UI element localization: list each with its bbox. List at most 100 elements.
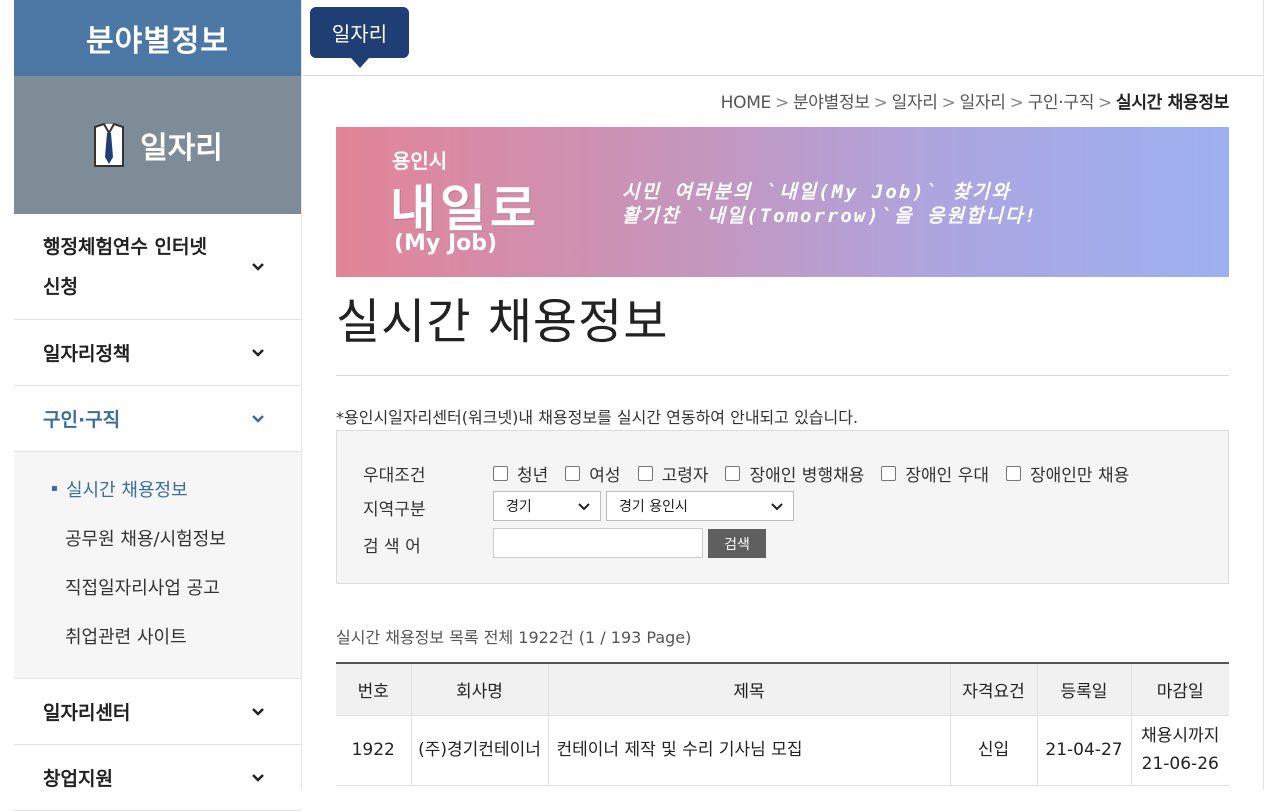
search-box: 우대조건 청년 여성 고령자 장애인 병행채용 장애인 우대 장애인만 채용 지… (336, 430, 1229, 584)
sidebar-category: 일자리 (14, 76, 301, 214)
banner: 용인시 내일로 (My Job) 시민 여러분의 `내일(My Job)` 찾기… (336, 127, 1229, 277)
checkbox-icon[interactable] (881, 466, 897, 481)
divider (1263, 0, 1264, 790)
submenu-label: 직접일자리사업 공고 (65, 577, 220, 599)
menu-recruit[interactable]: 구인·구직 (14, 386, 301, 452)
divider (336, 375, 1229, 376)
col-number: 번호 (336, 663, 412, 716)
shirt-tie-icon (94, 123, 125, 167)
col-title: 제목 (548, 663, 951, 716)
breadcrumb-current: 실시간 채용정보 (1116, 93, 1229, 113)
checkbox-icon[interactable] (1005, 466, 1021, 481)
keyword-label: 검 색 어 (363, 537, 421, 557)
breadcrumb-item[interactable]: 구인·구직 (1028, 93, 1095, 113)
cond-options: 청년 여성 고령자 장애인 병행채용 장애인 우대 장애인만 채용 (493, 461, 1129, 486)
table-header-row: 번호 회사명 제목 자격요건 등록일 마감일 (336, 663, 1229, 716)
select-value: 경기 (506, 499, 532, 515)
checkbox-label: 장애인 우대 (905, 466, 989, 486)
chevron-down-icon (578, 503, 590, 511)
submenu: ▪ 실시간 채용정보 공무원 채용/시험정보 직접일자리사업 공고 취업관련 사… (14, 452, 301, 679)
search-button[interactable]: 검색 (708, 529, 766, 558)
table-row[interactable]: 1922 (주)경기컨테이너 컨테이너 제작 및 수리 기사님 모집 신입 21… (336, 715, 1229, 786)
region-select-city[interactable]: 경기 용인시 (606, 491, 794, 521)
checkbox-label: 여성 (589, 466, 621, 486)
chevron-down-icon (252, 707, 264, 716)
deadline-text: 채용시까지 (1141, 726, 1220, 746)
tab-jobs[interactable]: 일자리 (310, 7, 409, 58)
checkbox-label: 장애인만 채용 (1029, 466, 1130, 486)
sidebar-category-label: 일자리 (140, 131, 223, 166)
banner-slogan-2: 활기찬 `내일(Tomorrow)`을 응원합니다! (622, 205, 1038, 227)
page-title: 실시간 채용정보 (336, 294, 669, 350)
menu-label: 일자리센터 (43, 702, 131, 724)
cell-title-link[interactable]: 컨테이너 제작 및 수리 기사님 모집 (548, 715, 951, 786)
sidebar: 분야별정보 일자리 행정체험연수 인터넷 신청 일자리정책 구인·구직 ▪ 실시… (14, 0, 302, 811)
submenu-label: 실시간 채용정보 (66, 479, 188, 501)
bullet-icon: ▪ (51, 483, 58, 494)
checkbox-icon[interactable] (637, 466, 653, 481)
breadcrumb-sep: > (775, 93, 789, 113)
chevron-down-icon (252, 262, 264, 271)
chevron-down-icon (252, 348, 264, 357)
deadline-date: 21-06-26 (1141, 754, 1219, 774)
chevron-down-icon (252, 773, 264, 782)
submenu-item-civil-service[interactable]: 공무원 채용/시험정보 (14, 513, 301, 562)
chevron-down-icon (771, 503, 783, 511)
menu-admin-training[interactable]: 행정체험연수 인터넷 신청 (14, 214, 301, 320)
menu-label: 구인·구직 (43, 409, 121, 431)
sidebar-header: 분야별정보 (14, 0, 301, 76)
submenu-item-job-sites[interactable]: 취업관련 사이트 (14, 611, 301, 660)
breadcrumb-sep: > (941, 93, 956, 113)
breadcrumb-item[interactable]: 일자리 (960, 93, 1006, 113)
menu-label: 창업지원 (43, 768, 113, 790)
checkbox-disabled-parallel[interactable]: 장애인 병행채용 (725, 461, 864, 486)
submenu-item-direct-jobs[interactable]: 직접일자리사업 공고 (14, 562, 301, 611)
submenu-item-realtime-jobs[interactable]: ▪ 실시간 채용정보 (14, 464, 301, 513)
tab-caret-icon (351, 58, 369, 68)
submenu-label: 취업관련 사이트 (65, 626, 187, 648)
select-value: 경기 용인시 (619, 499, 688, 515)
breadcrumb-item[interactable]: 분야별정보 (793, 93, 870, 113)
jobs-table: 번호 회사명 제목 자격요건 등록일 마감일 1922 (주)경기컨테이너 컨테… (336, 662, 1229, 786)
cell-registered: 21-04-27 (1037, 715, 1132, 786)
main-content: HOME > 분야별정보 > 일자리 > 일자리 > 구인·구직 > 실시간 채용정보 용인시 내일… (336, 76, 1229, 786)
checkbox-women[interactable]: 여성 (565, 461, 621, 486)
checkbox-senior[interactable]: 고령자 (637, 461, 709, 486)
chevron-down-icon (252, 414, 264, 423)
checkbox-disabled-preferred[interactable]: 장애인 우대 (881, 461, 989, 486)
col-company: 회사명 (411, 663, 549, 716)
menu-label: 일자리정책 (43, 343, 131, 365)
checkbox-disabled-only[interactable]: 장애인만 채용 (1005, 461, 1130, 486)
banner-subtitle: (My Job) (394, 231, 498, 256)
breadcrumb-sep: > (1098, 93, 1112, 113)
notice-text: *용인시일자리센터(워크넷)내 채용정보를 실시간 연동하여 안내되고 있습니다… (336, 408, 859, 427)
region-select-province[interactable]: 경기 (493, 491, 601, 521)
breadcrumb-sep: > (1009, 93, 1024, 113)
submenu-label: 공무원 채용/시험정보 (65, 528, 226, 550)
topbar: 일자리 (302, 0, 1264, 76)
menu-job-policy[interactable]: 일자리정책 (14, 320, 301, 386)
breadcrumb-item[interactable]: 일자리 (892, 93, 938, 113)
list-summary: 실시간 채용정보 목록 전체 1922건 (1 / 193 Page) (336, 628, 692, 647)
breadcrumb: HOME > 분야별정보 > 일자리 > 일자리 > 구인·구직 > 실시간 채용정보 (336, 88, 1230, 114)
breadcrumb-sep: > (873, 93, 888, 113)
checkbox-youth[interactable]: 청년 (493, 461, 548, 486)
menu-label: 행정체험연수 인터넷 신청 (43, 235, 207, 298)
checkbox-icon[interactable] (565, 466, 581, 481)
cell-qualification: 신입 (950, 715, 1038, 786)
checkbox-icon[interactable] (493, 466, 508, 481)
menu-startup[interactable]: 창업지원 (14, 745, 301, 811)
col-qualification: 자격요건 (950, 663, 1038, 716)
breadcrumb-home[interactable]: HOME (721, 93, 772, 113)
cell-number: 1922 (336, 715, 412, 786)
search-input[interactable] (493, 528, 703, 558)
cell-deadline: 채용시까지 21-06-26 (1131, 715, 1229, 786)
col-deadline: 마감일 (1131, 663, 1229, 716)
checkbox-icon[interactable] (725, 466, 741, 481)
checkbox-label: 고령자 (661, 466, 709, 486)
banner-slogan-1: 시민 여러분의 `내일(My Job)` 찾기와 (622, 181, 1011, 203)
checkbox-label: 청년 (517, 466, 549, 486)
menu-job-center[interactable]: 일자리센터 (14, 679, 301, 745)
region-label: 지역구분 (363, 500, 426, 520)
cond-label: 우대조건 (363, 466, 426, 486)
